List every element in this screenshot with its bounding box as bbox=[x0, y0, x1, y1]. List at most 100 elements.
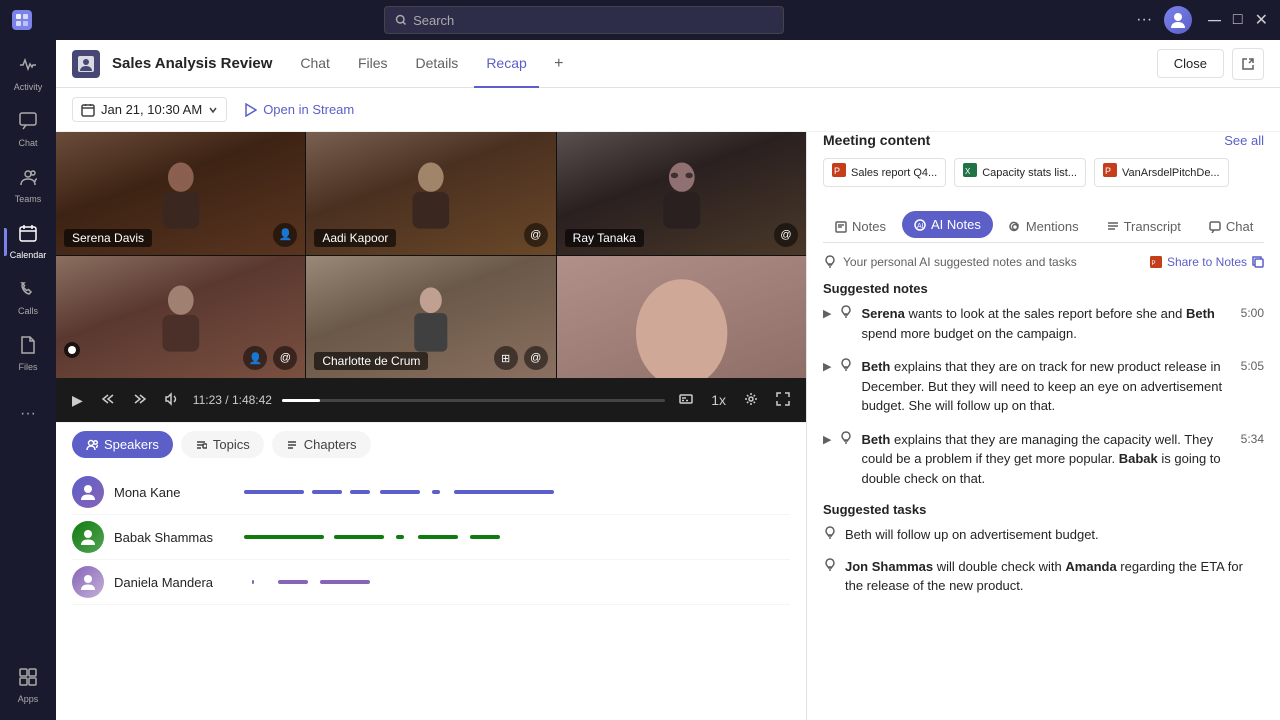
tile-menu-btn-charlotte[interactable]: ⊞ bbox=[494, 346, 518, 370]
sidebar-item-files[interactable]: Files bbox=[4, 328, 52, 380]
tab-recap[interactable]: Recap bbox=[474, 40, 538, 88]
add-tab-btn[interactable]: + bbox=[543, 48, 575, 80]
more-options-btn[interactable]: ··· bbox=[1136, 11, 1152, 29]
date-selector[interactable]: Jan 21, 10:30 AM bbox=[72, 97, 227, 122]
share-notes-btn[interactable]: P Share to Notes bbox=[1150, 255, 1264, 269]
task-bulb-1 bbox=[823, 526, 837, 543]
note-arrow-3[interactable]: ▶ bbox=[823, 433, 831, 446]
ai-subtitle-text: Your personal AI suggested notes and tas… bbox=[823, 255, 1077, 269]
file-icon-pptx: P bbox=[1103, 163, 1117, 182]
file-name-sales: Sales report Q4... bbox=[851, 167, 937, 179]
note-time-1: 5:00 bbox=[1241, 306, 1264, 320]
search-placeholder: Search bbox=[413, 13, 454, 28]
panel-tab-ai-notes[interactable]: AI AI Notes bbox=[902, 211, 993, 238]
sidebar-item-calls[interactable]: Calls bbox=[4, 272, 52, 324]
panel-tab-notes-label: Notes bbox=[852, 219, 886, 234]
speaker-tabs: Speakers Topics Chapters bbox=[56, 422, 806, 466]
play-btn[interactable]: ▶ bbox=[68, 388, 87, 413]
see-all-btn[interactable]: See all bbox=[1224, 133, 1264, 148]
tab-details[interactable]: Details bbox=[404, 40, 471, 88]
note-arrow-1[interactable]: ▶ bbox=[823, 307, 831, 320]
popout-btn[interactable] bbox=[1232, 48, 1264, 80]
panel-body: Your personal AI suggested notes and tas… bbox=[807, 243, 1280, 720]
activity-icon bbox=[19, 56, 37, 79]
task-bulb-icon-2 bbox=[823, 558, 837, 572]
apps-sidebar-label: Apps bbox=[18, 694, 39, 704]
bulb-icon-3 bbox=[839, 431, 853, 445]
video-tile-serena: Serena Davis 👤 bbox=[56, 132, 305, 255]
user-avatar[interactable] bbox=[1164, 6, 1192, 34]
meeting-content-title: Meeting content bbox=[823, 132, 930, 148]
volume-btn[interactable] bbox=[161, 388, 183, 413]
panel-tab-chat[interactable]: Chat bbox=[1197, 211, 1265, 242]
app-icon bbox=[12, 10, 32, 30]
close-meeting-btn[interactable]: Close bbox=[1157, 49, 1224, 78]
sidebar-item-label: Activity bbox=[14, 82, 43, 92]
calls-sidebar-label: Calls bbox=[18, 306, 38, 316]
sidebar-item-chat[interactable]: Chat bbox=[4, 104, 52, 156]
speaker-bars-daniela bbox=[244, 580, 790, 584]
panel-tab-mentions-label: Mentions bbox=[1026, 219, 1079, 234]
tile-person-btn[interactable]: 👤 bbox=[243, 346, 267, 370]
sidebar-item-apps[interactable]: Apps bbox=[4, 660, 52, 712]
progress-bar[interactable] bbox=[282, 399, 665, 402]
panel-tab-notes[interactable]: Notes bbox=[823, 211, 898, 242]
chapters-tab-btn[interactable]: Chapters bbox=[272, 431, 371, 458]
search-bar[interactable]: Search bbox=[384, 6, 784, 34]
speaker-name-daniela: Daniela Mandera bbox=[114, 575, 234, 590]
tile-at-btn-charlotte[interactable]: @ bbox=[524, 346, 548, 370]
sidebar-item-calendar[interactable]: Calendar bbox=[4, 216, 52, 268]
file-vanarsdelPitch[interactable]: P VanArsdelPitchDe... bbox=[1094, 158, 1229, 187]
participant-label-aadi: Aadi Kapoor bbox=[314, 229, 396, 247]
sidebar-item-more[interactable]: ··· bbox=[4, 388, 52, 440]
participant-avatar-person1 bbox=[106, 280, 256, 354]
share-notes-icon: P bbox=[1150, 256, 1162, 268]
speaker-row-daniela: Daniela Mandera bbox=[72, 560, 790, 605]
file-capacity-stats[interactable]: X Capacity stats list... bbox=[954, 158, 1086, 187]
panel-tab-transcript-label: Transcript bbox=[1124, 219, 1181, 234]
open-stream-btn[interactable]: Open in Stream bbox=[243, 102, 354, 117]
captions-btn[interactable] bbox=[675, 388, 697, 413]
sidebar-item-teams[interactable]: Teams bbox=[4, 160, 52, 212]
notes-icon bbox=[835, 221, 847, 233]
settings-btn[interactable] bbox=[740, 388, 762, 413]
bulb-icon-header bbox=[823, 255, 837, 269]
right-panel: Meeting content See all P Sales report bbox=[806, 132, 1280, 720]
meeting-title: Sales Analysis Review bbox=[112, 55, 272, 72]
svg-text:P: P bbox=[1151, 261, 1155, 267]
tab-chat[interactable]: Chat bbox=[288, 40, 342, 88]
apps-icon bbox=[19, 668, 37, 691]
tab-files[interactable]: Files bbox=[346, 40, 400, 88]
files-sidebar-label: Files bbox=[18, 362, 37, 372]
chapters-icon bbox=[286, 439, 298, 451]
tile-at-btn[interactable]: @ bbox=[273, 346, 297, 370]
close-window-btn[interactable]: ✕ bbox=[1255, 10, 1268, 30]
video-tile-danielle: Danielle Booker Krystal M... bbox=[557, 256, 806, 379]
panel-tabs: Notes AI AI Notes bbox=[823, 211, 1264, 243]
forward-btn[interactable] bbox=[129, 388, 151, 413]
panel-tab-transcript[interactable]: Transcript bbox=[1095, 211, 1193, 242]
tile-menu-btn-ray[interactable]: @ bbox=[774, 223, 798, 247]
panel-tab-mentions[interactable]: Mentions bbox=[997, 211, 1091, 242]
task-bulb-icon-1 bbox=[823, 526, 837, 540]
speaker-bars-babak bbox=[244, 535, 790, 539]
minimize-btn[interactable]: ─ bbox=[1208, 10, 1221, 31]
note-arrow-2[interactable]: ▶ bbox=[823, 360, 831, 373]
chat-sidebar-icon bbox=[19, 112, 37, 135]
sidebar-item-activity[interactable]: Activity bbox=[4, 48, 52, 100]
video-tile-charlotte: Charlotte de Crum ⊞ @ bbox=[306, 256, 555, 379]
teams-sidebar-label: Teams bbox=[15, 194, 42, 204]
topics-tab-btn[interactable]: Topics bbox=[181, 431, 264, 458]
maximize-btn[interactable]: □ bbox=[1233, 11, 1243, 29]
tile-menu-btn-aadi[interactable]: @ bbox=[524, 223, 548, 247]
rewind-btn[interactable] bbox=[97, 388, 119, 413]
speakers-tab-btn[interactable]: Speakers bbox=[72, 431, 173, 458]
file-sales-report[interactable]: P Sales report Q4... bbox=[823, 158, 946, 187]
panel-tab-chat-label: Chat bbox=[1226, 219, 1253, 234]
speed-btn[interactable]: 1x bbox=[707, 388, 730, 412]
fullscreen-btn[interactable] bbox=[772, 388, 794, 413]
chat-sidebar-label: Chat bbox=[18, 138, 37, 148]
tile-menu-btn[interactable]: 👤 bbox=[273, 223, 297, 247]
transcript-icon bbox=[1107, 221, 1119, 233]
tab-details-label: Details bbox=[416, 55, 459, 71]
